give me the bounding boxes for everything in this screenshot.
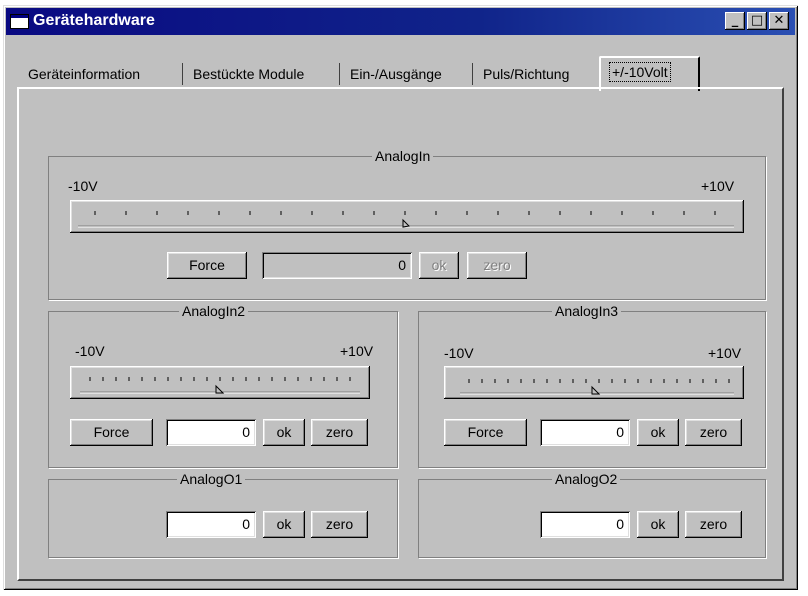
maximize-button[interactable]: □ — [747, 12, 767, 30]
zero-button[interactable]: zero — [311, 419, 368, 446]
analogin-slider[interactable] — [70, 200, 744, 233]
window-title: Gerätehardware — [33, 12, 155, 29]
tab-separator — [472, 63, 473, 85]
ok-button[interactable]: ok — [637, 419, 679, 446]
group-title: AnalogIn3 — [552, 302, 622, 320]
slider-ticks — [460, 379, 734, 395]
slider-max-label: +10V — [340, 343, 374, 359]
analogin2-slider[interactable] — [70, 366, 370, 399]
ok-button[interactable]: ok — [263, 511, 305, 538]
slider-max-label: +10V — [708, 345, 742, 361]
group-title: AnalogIn2 — [179, 302, 249, 320]
close-button[interactable]: ✕ — [769, 12, 789, 30]
slider-ticks — [78, 211, 734, 228]
zero-button[interactable]: zero — [311, 511, 368, 538]
tab-separator — [182, 63, 183, 85]
analogin-value-field: 0 — [262, 252, 412, 279]
analogin2-value-field[interactable]: 0 — [166, 419, 256, 446]
tab-plus-minus-10volt[interactable]: +/-10Volt — [599, 56, 700, 91]
analogo2-value-field[interactable]: 0 — [540, 511, 630, 538]
zero-button[interactable]: zero — [467, 252, 527, 279]
analogo1-value-field[interactable]: 0 — [166, 511, 256, 538]
slider-max-label: +10V — [701, 178, 735, 194]
tab-separator — [339, 63, 340, 85]
tab-puls-richtung[interactable]: Puls/Richtung — [481, 61, 571, 87]
slider-min-label: -10V — [75, 343, 105, 359]
minimize-button[interactable]: _ — [725, 12, 745, 30]
slider-min-label: -10V — [68, 178, 98, 194]
force-button[interactable]: Force — [70, 419, 153, 446]
title-bar[interactable]: Gerätehardware _ □ ✕ — [6, 8, 795, 35]
group-title: AnalogO1 — [177, 470, 246, 488]
group-title: AnalogIn — [372, 147, 434, 165]
slider-thumb[interactable] — [215, 384, 225, 394]
slider-min-label: -10V — [444, 345, 474, 361]
tab-ein-ausgaenge[interactable]: Ein-/Ausgänge — [348, 61, 444, 87]
group-title: AnalogO2 — [552, 470, 621, 488]
slider-ticks — [80, 377, 360, 394]
tab-bestueckte-module[interactable]: Bestückte Module — [191, 61, 306, 87]
analogin3-slider[interactable] — [444, 366, 744, 399]
ok-button[interactable]: ok — [419, 252, 459, 279]
tab-geraeteinformation[interactable]: Geräteinformation — [26, 61, 142, 87]
window-icon[interactable] — [10, 14, 29, 29]
slider-thumb[interactable] — [402, 218, 411, 228]
slider-thumb[interactable] — [591, 385, 601, 395]
zero-button[interactable]: zero — [685, 511, 742, 538]
force-button[interactable]: Force — [167, 252, 247, 279]
force-button[interactable]: Force — [444, 419, 527, 446]
zero-button[interactable]: zero — [685, 419, 742, 446]
tab-label: +/-10Volt — [609, 62, 671, 82]
analogin3-value-field[interactable]: 0 — [540, 419, 630, 446]
ok-button[interactable]: ok — [263, 419, 305, 446]
ok-button[interactable]: ok — [637, 511, 679, 538]
